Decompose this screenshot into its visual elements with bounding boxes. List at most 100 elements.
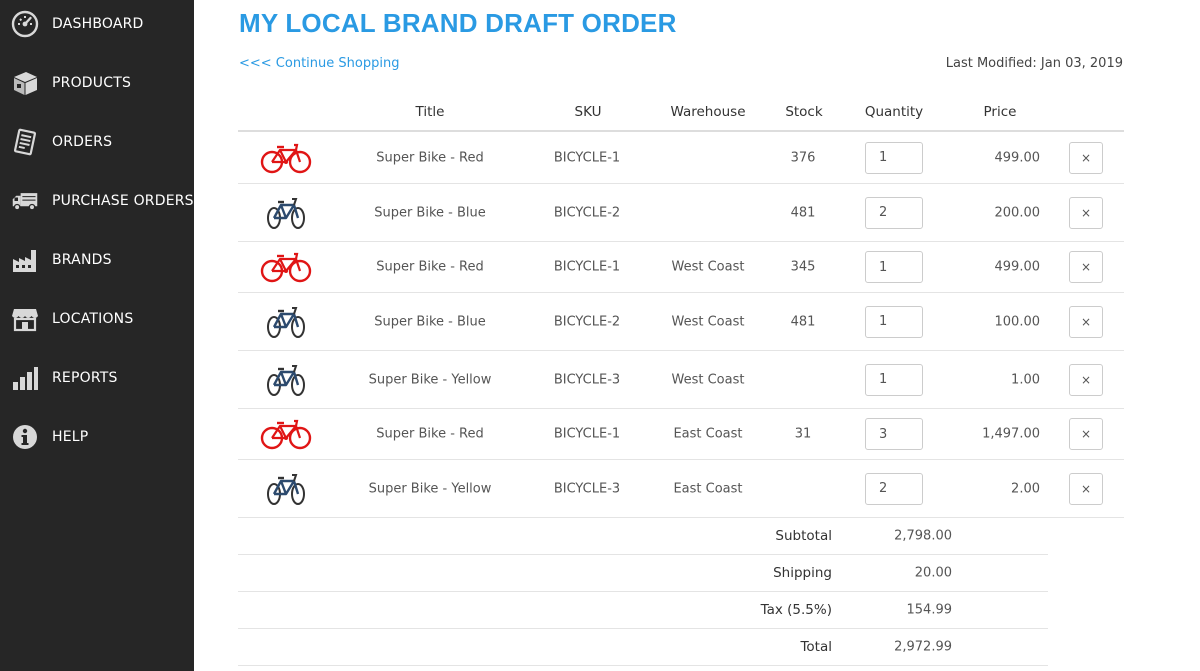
bike-product-icon bbox=[260, 363, 312, 397]
table-row: Super Bike - Blue BICYCLE-2 481 200.00 × bbox=[238, 184, 1124, 242]
row-sku: BICYCLE-2 bbox=[553, 314, 621, 329]
row-sku: BICYCLE-1 bbox=[553, 259, 621, 275]
row-stock: 345 bbox=[790, 259, 816, 275]
remove-item-button[interactable]: × bbox=[1069, 305, 1103, 338]
row-warehouse: West Coast bbox=[671, 314, 745, 329]
tax-row: Tax (5.5%) 154.99 bbox=[238, 592, 1048, 629]
sidebar-item-label: BRANDS bbox=[52, 252, 112, 268]
subtotal-row: Subtotal 2,798.00 bbox=[238, 518, 1048, 555]
bar-chart-icon bbox=[10, 363, 40, 393]
total-label: Total bbox=[800, 639, 832, 655]
sidebar: DASHBOARD PRODUCTS ORDERS PURCHASE ORDER… bbox=[0, 0, 194, 671]
quantity-input[interactable] bbox=[865, 196, 923, 229]
bike-product-icon bbox=[260, 141, 312, 175]
total-value: 2,972.99 bbox=[894, 639, 952, 655]
header-warehouse: Warehouse bbox=[670, 104, 746, 120]
sidebar-item-orders[interactable]: ORDERS bbox=[0, 122, 194, 162]
sidebar-item-products[interactable]: PRODUCTS bbox=[0, 63, 194, 103]
sidebar-item-locations[interactable]: LOCATIONS bbox=[0, 299, 194, 339]
sidebar-item-help[interactable]: HELP bbox=[0, 417, 194, 457]
bike-product-icon bbox=[260, 305, 312, 339]
bike-product-icon bbox=[260, 417, 312, 451]
row-sku: BICYCLE-2 bbox=[553, 205, 621, 220]
sidebar-item-label: PRODUCTS bbox=[52, 75, 132, 91]
quantity-input[interactable] bbox=[865, 141, 923, 174]
header-quantity: Quantity bbox=[864, 104, 924, 120]
tax-label: Tax (5.5%) bbox=[760, 602, 832, 618]
table-row: Super Bike - Red BICYCLE-1 376 499.00 × bbox=[238, 132, 1124, 184]
quantity-input[interactable] bbox=[865, 305, 923, 338]
sidebar-item-dashboard[interactable]: DASHBOARD bbox=[0, 4, 194, 44]
header-stock: Stock bbox=[785, 104, 823, 120]
gauge-icon bbox=[10, 9, 40, 39]
remove-item-button[interactable]: × bbox=[1069, 141, 1103, 174]
receipt-icon bbox=[10, 127, 40, 157]
row-warehouse: East Coast bbox=[673, 426, 743, 442]
page-title: MY LOCAL BRAND DRAFT ORDER bbox=[239, 8, 677, 38]
row-price: 499.00 bbox=[994, 259, 1041, 275]
row-title: Super Bike - Yellow bbox=[368, 372, 492, 387]
quantity-input[interactable] bbox=[865, 418, 923, 450]
row-sku: BICYCLE-3 bbox=[553, 372, 621, 387]
remove-item-button[interactable]: × bbox=[1069, 418, 1103, 450]
row-sku: BICYCLE-3 bbox=[553, 481, 621, 496]
table-row: Super Bike - Blue BICYCLE-2 West Coast 481 1… bbox=[238, 293, 1124, 351]
shipping-row: Shipping 20.00 bbox=[238, 555, 1048, 592]
bike-product-icon bbox=[260, 250, 312, 284]
storefront-icon bbox=[10, 304, 40, 334]
row-price: 200.00 bbox=[994, 205, 1041, 220]
subtotal-label: Subtotal bbox=[775, 528, 832, 544]
row-title: Super Bike - Red bbox=[376, 259, 484, 275]
box-icon bbox=[10, 68, 40, 98]
remove-item-button[interactable]: × bbox=[1069, 251, 1103, 283]
sidebar-item-label: LOCATIONS bbox=[52, 311, 134, 327]
truck-icon bbox=[10, 186, 40, 216]
row-title: Super Bike - Blue bbox=[374, 205, 486, 220]
row-stock: 481 bbox=[790, 314, 816, 329]
quantity-input[interactable] bbox=[865, 251, 923, 283]
row-title: Super Bike - Red bbox=[376, 150, 484, 165]
quantity-input[interactable] bbox=[865, 472, 923, 505]
row-sku: BICYCLE-1 bbox=[553, 426, 621, 442]
info-icon bbox=[10, 422, 40, 452]
row-sku: BICYCLE-1 bbox=[553, 150, 621, 165]
row-title: Super Bike - Yellow bbox=[368, 481, 492, 496]
row-title: Super Bike - Blue bbox=[374, 314, 486, 329]
tax-value: 154.99 bbox=[906, 602, 953, 618]
remove-item-button[interactable]: × bbox=[1069, 196, 1103, 229]
row-price: 1.00 bbox=[1011, 372, 1040, 387]
shipping-label: Shipping bbox=[773, 565, 832, 581]
row-warehouse: West Coast bbox=[671, 372, 745, 387]
row-price: 100.00 bbox=[994, 314, 1041, 329]
sidebar-item-label: PURCHASE ORDERS bbox=[52, 193, 194, 209]
subtotal-value: 2,798.00 bbox=[894, 528, 952, 544]
row-title: Super Bike - Red bbox=[376, 426, 484, 442]
total-row: Total 2,972.99 bbox=[238, 629, 1048, 666]
row-stock: 376 bbox=[790, 150, 816, 165]
row-price: 2.00 bbox=[1011, 481, 1040, 496]
shipping-value: 20.00 bbox=[914, 565, 952, 581]
last-modified-text: Last Modified: Jan 03, 2019 bbox=[945, 56, 1123, 71]
row-warehouse: East Coast bbox=[673, 481, 743, 496]
continue-shopping-link[interactable]: <<< Continue Shopping bbox=[239, 56, 399, 71]
row-stock: 481 bbox=[790, 205, 816, 220]
factory-icon bbox=[10, 245, 40, 275]
header-title: Title bbox=[415, 104, 445, 120]
table-row: Super Bike - Yellow BICYCLE-3 West Coast 1.… bbox=[238, 351, 1124, 409]
remove-item-button[interactable]: × bbox=[1069, 363, 1103, 396]
sidebar-item-label: DASHBOARD bbox=[52, 16, 144, 32]
row-price: 499.00 bbox=[994, 150, 1041, 165]
bike-product-icon bbox=[260, 196, 312, 230]
sidebar-item-label: REPORTS bbox=[52, 370, 118, 386]
sidebar-item-brands[interactable]: BRANDS bbox=[0, 240, 194, 280]
remove-item-button[interactable]: × bbox=[1069, 472, 1103, 505]
sidebar-item-label: ORDERS bbox=[52, 134, 113, 150]
header-price: Price bbox=[983, 104, 1017, 120]
header-sku: SKU bbox=[574, 104, 602, 120]
table-row: Super Bike - Yellow BICYCLE-3 East Coast 2.… bbox=[238, 460, 1124, 518]
quantity-input[interactable] bbox=[865, 363, 923, 396]
sidebar-item-purchase-orders[interactable]: PURCHASE ORDERS bbox=[0, 181, 194, 221]
table-row: Super Bike - Red BICYCLE-1 West Coast 345 49… bbox=[238, 242, 1124, 293]
row-warehouse: West Coast bbox=[671, 259, 745, 275]
sidebar-item-reports[interactable]: REPORTS bbox=[0, 358, 194, 398]
